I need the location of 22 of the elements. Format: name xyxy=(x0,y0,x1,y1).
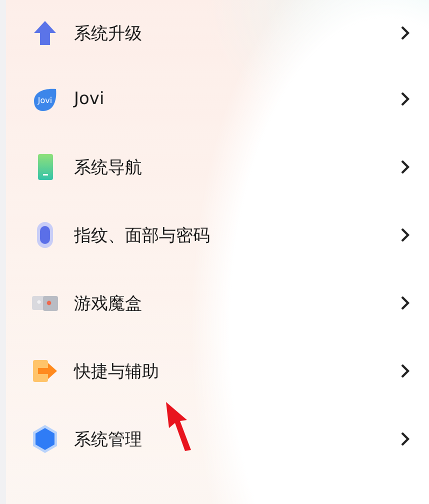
settings-item[interactable]: 快捷与辅助 xyxy=(6,336,429,406)
item-label: 系统升级 xyxy=(74,22,143,44)
chevron-right-icon xyxy=(399,227,411,243)
settings-item[interactable]: 游戏魔盒 xyxy=(6,268,429,338)
item-label: Jovi xyxy=(74,89,106,109)
pointer-arrow xyxy=(163,400,193,452)
chevron-right-icon xyxy=(399,431,411,447)
settings-item[interactable]: 系统导航 xyxy=(6,132,429,202)
chevron-right-icon xyxy=(399,159,411,175)
chevron-right-icon xyxy=(399,363,411,379)
item-label: 系统管理 xyxy=(74,428,143,450)
item-label: 游戏魔盒 xyxy=(74,292,143,314)
chevron-right-icon xyxy=(399,295,411,311)
item-label: 系统导航 xyxy=(74,156,143,178)
item-label: 指纹、面部与密码 xyxy=(74,224,211,246)
settings-item[interactable]: 系统升级 xyxy=(6,0,429,66)
hexagon-icon xyxy=(30,424,60,454)
item-label: 快捷与辅助 xyxy=(74,360,160,382)
chevron-right-icon xyxy=(399,25,411,41)
settings-item[interactable]: Jovi Jovi xyxy=(6,64,429,134)
chevron-right-icon xyxy=(399,91,411,107)
settings-item[interactable]: 指纹、面部与密码 xyxy=(6,200,429,270)
